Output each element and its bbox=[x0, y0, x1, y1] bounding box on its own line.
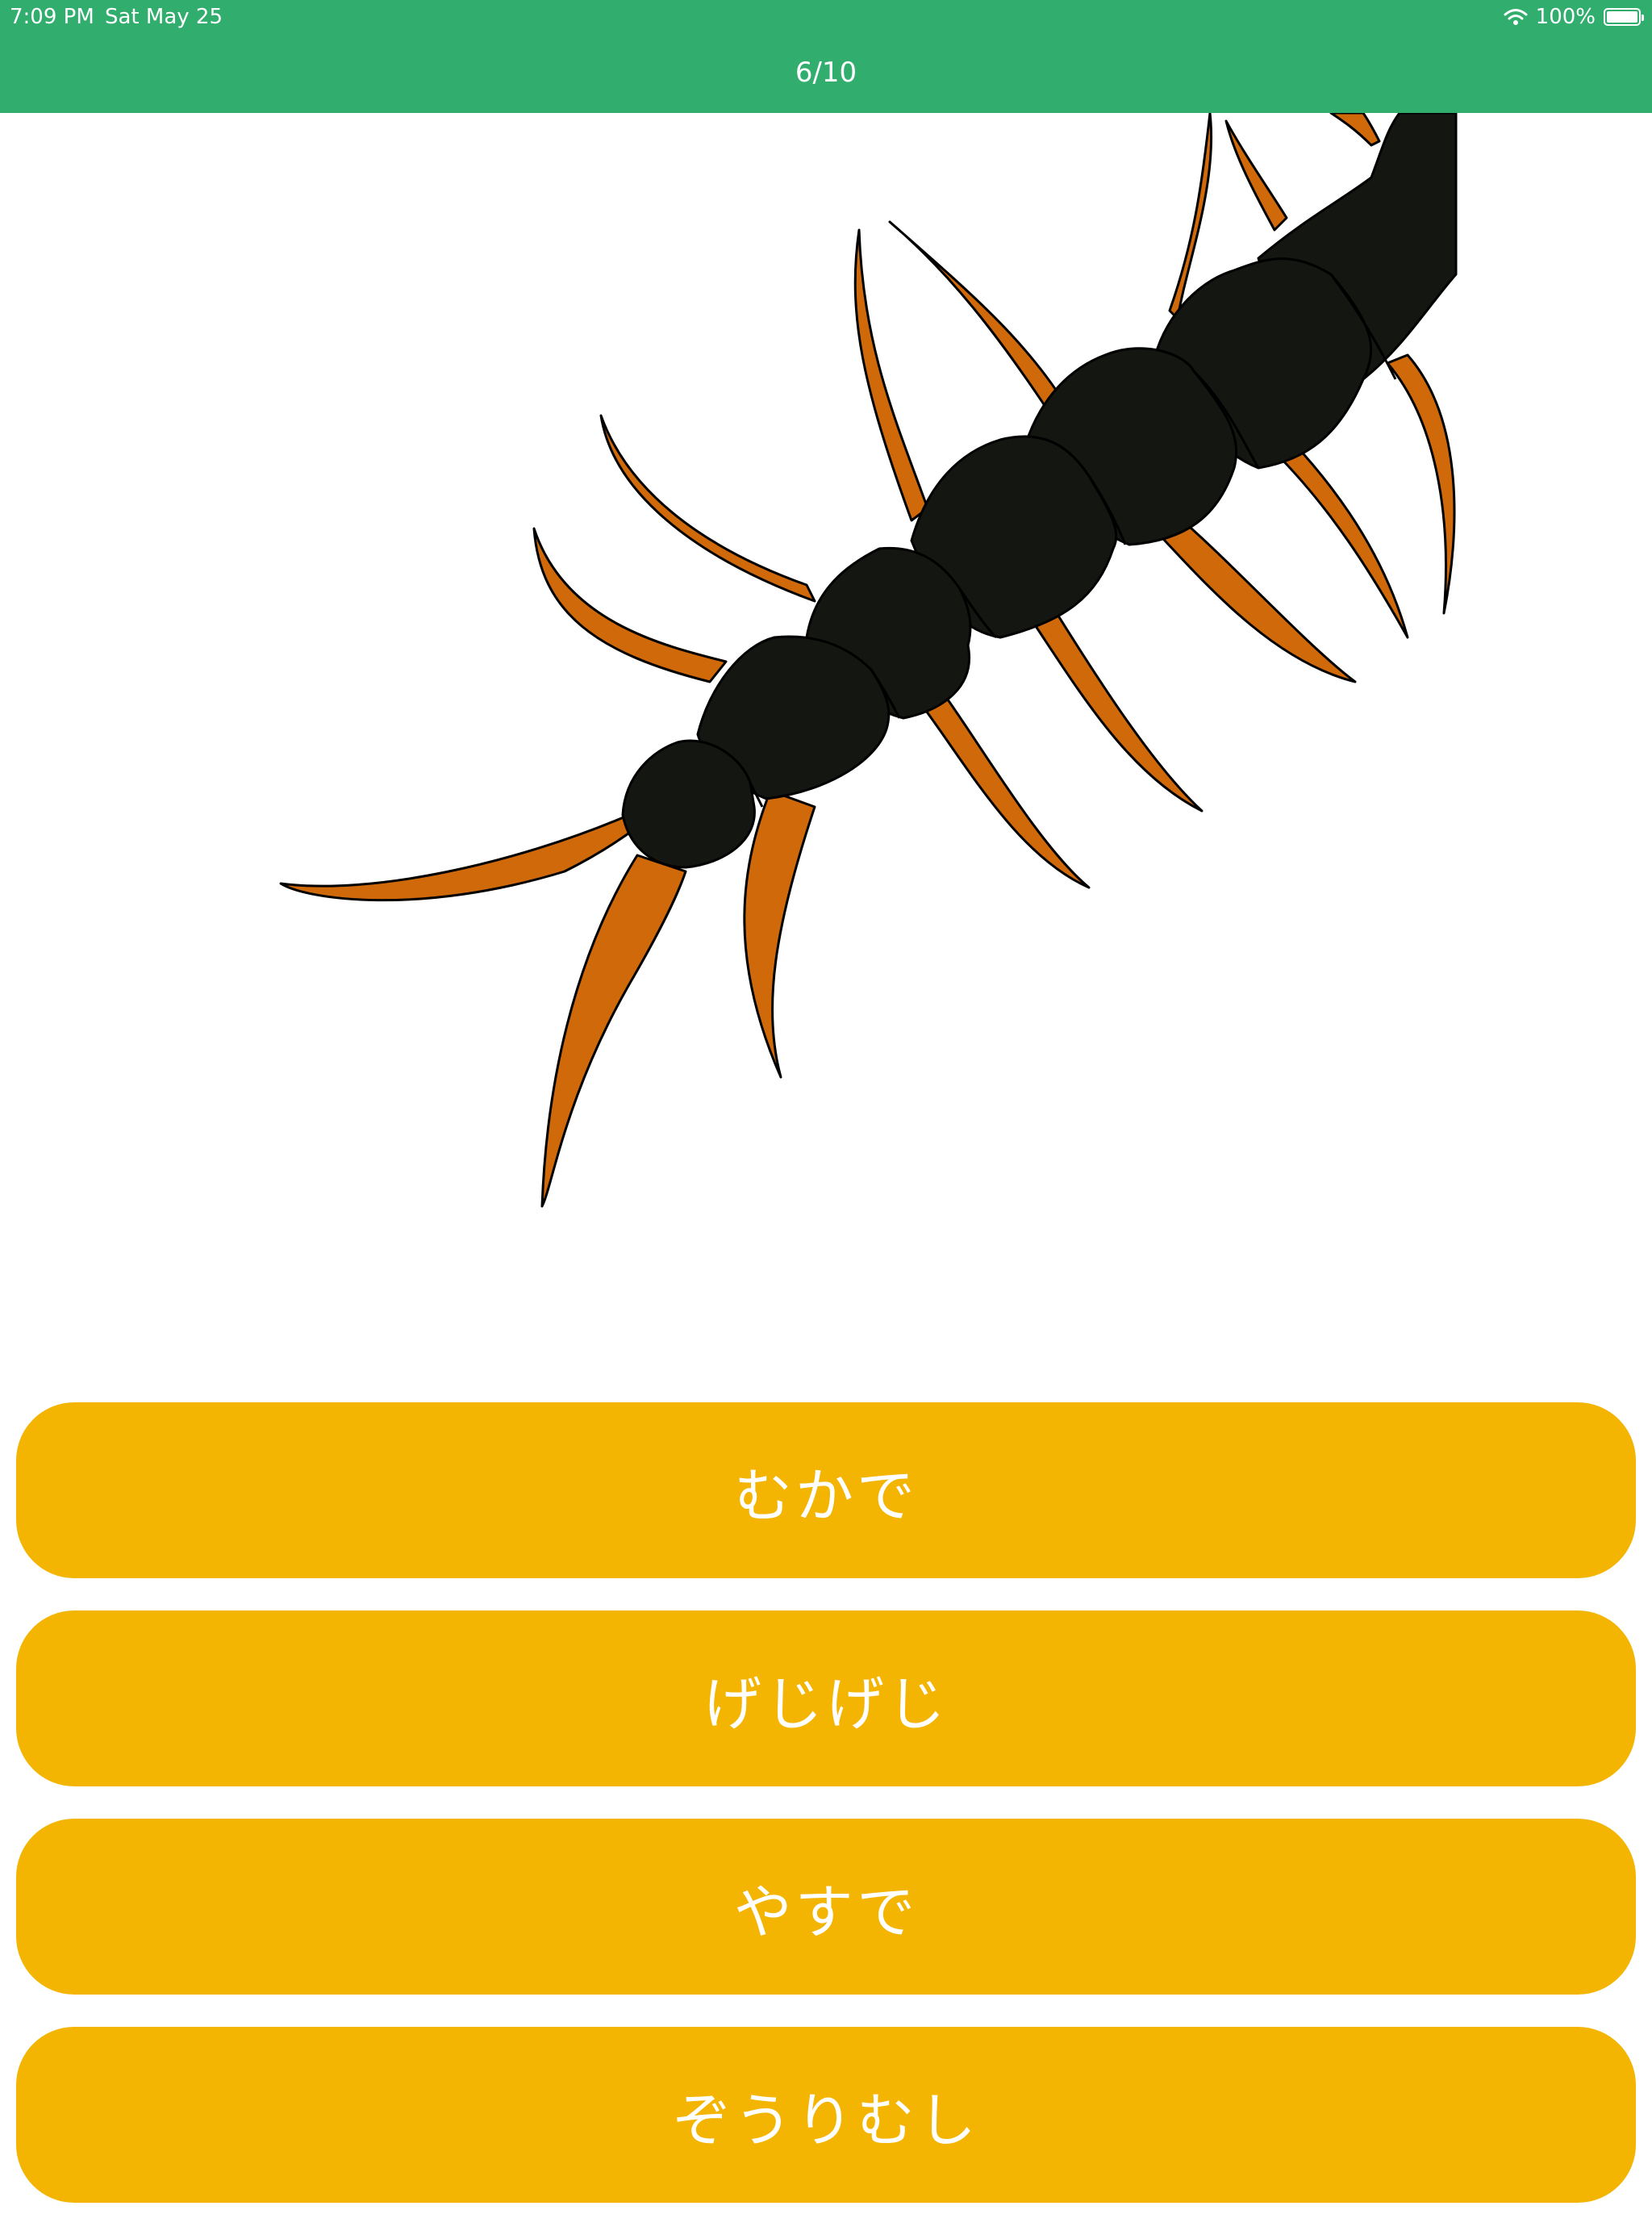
wifi-icon bbox=[1504, 8, 1528, 26]
answer-button-2[interactable]: げじげじ bbox=[16, 1610, 1636, 1786]
centipede-image bbox=[279, 111, 1458, 1208]
answer-button-3[interactable]: やすで bbox=[16, 1819, 1636, 1995]
answer-list: むかで げじげじ やすで ぞうりむし bbox=[16, 1402, 1636, 2235]
question-progress: 6/10 bbox=[795, 56, 857, 89]
battery-percent: 100% bbox=[1535, 5, 1596, 29]
status-indicators: 100% bbox=[1504, 3, 1644, 31]
status-time: 7:09 PM bbox=[10, 5, 94, 29]
answer-button-1[interactable]: むかで bbox=[16, 1402, 1636, 1578]
status-date: Sat May 25 bbox=[105, 5, 223, 29]
battery-fill bbox=[1607, 11, 1637, 23]
question-illustration bbox=[0, 111, 1652, 1356]
battery-icon bbox=[1604, 8, 1644, 26]
answer-button-4[interactable]: ぞうりむし bbox=[16, 2027, 1636, 2203]
header-bar: 7:09 PM Sat May 25 100% 6/10 bbox=[0, 0, 1652, 113]
